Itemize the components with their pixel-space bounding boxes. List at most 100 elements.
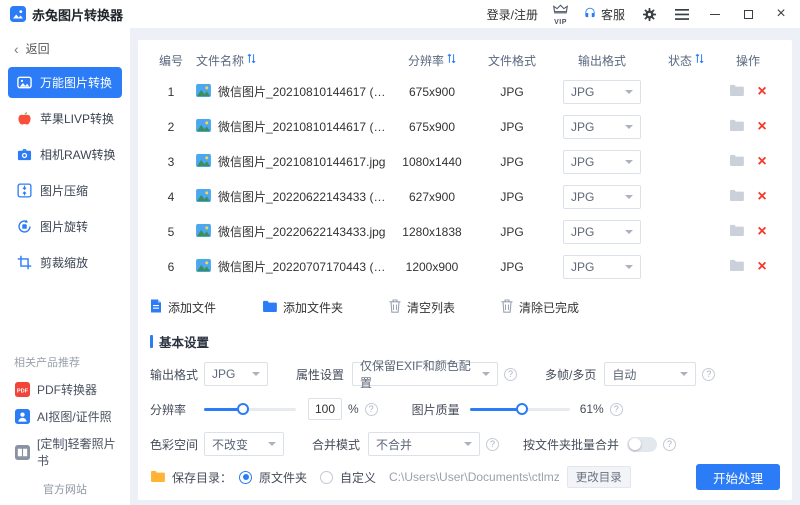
help-icon[interactable]: ? [504, 368, 517, 381]
quality-slider-handle[interactable] [516, 403, 528, 415]
menu-hamburger-icon[interactable] [673, 5, 691, 23]
output-format-select[interactable]: JPG [563, 150, 641, 174]
add-folder-button[interactable]: 添加文件夹 [262, 299, 343, 316]
colorspace-select[interactable]: 不改变 [204, 432, 284, 456]
login-register-link[interactable]: 登录/注册 [487, 6, 538, 23]
sidebar-item-label: 图片旋转 [40, 218, 88, 235]
open-folder-icon[interactable] [729, 119, 744, 134]
save-path: C:\Users\User\Documents\ctlmz [389, 470, 560, 484]
radio-original-folder-label[interactable]: 原文件夹 [259, 469, 307, 486]
official-site-link[interactable]: 官方网站 [0, 474, 130, 499]
output-format-select[interactable]: JPG [563, 185, 641, 209]
delete-file-icon[interactable]: × [757, 119, 766, 135]
header-status[interactable]: 状态 [656, 52, 716, 69]
headset-icon [583, 6, 597, 23]
output-format-setting-select[interactable]: JPG [204, 362, 268, 386]
sidebar-item-livp-convert[interactable]: 苹果LIVP转换 [8, 103, 122, 134]
image-thumbnail-icon [196, 259, 211, 275]
help-icon[interactable]: ? [663, 438, 676, 451]
row-number: 3 [150, 155, 192, 169]
quality-slider[interactable] [470, 408, 570, 411]
sort-icon[interactable] [247, 53, 256, 67]
multipage-select[interactable]: 自动 [604, 362, 696, 386]
delete-file-icon[interactable]: × [757, 224, 766, 240]
maximize-button[interactable] [739, 5, 757, 23]
merge-mode-select[interactable]: 不合并 [368, 432, 480, 456]
delete-file-icon[interactable]: × [757, 189, 766, 205]
chevron-left-icon: ‹ [14, 42, 19, 56]
settings-row-3: 色彩空间 不改变 合并模式 不合并 ? 按文件夹批量合并 ? [150, 432, 780, 456]
resolution-value-input[interactable]: 100 [308, 398, 342, 420]
delete-file-icon[interactable]: × [757, 154, 766, 170]
resolution-slider[interactable] [204, 408, 296, 411]
footer-bar: 保存目录： 原文件夹 自定义 C:\Users\User\Documents\c… [150, 464, 780, 490]
output-format-setting-value: JPG [212, 367, 235, 381]
file-name-cell: 微信图片_20210810144617.jpg [192, 153, 388, 170]
row-number: 2 [150, 120, 192, 134]
help-icon[interactable]: ? [610, 403, 623, 416]
radio-custom-folder[interactable] [320, 471, 333, 484]
resolution-slider-handle[interactable] [237, 403, 249, 415]
delete-file-icon[interactable]: × [757, 84, 766, 100]
recommend-title: 相关产品推荐 [0, 348, 130, 376]
clear-completed-button[interactable]: 清除已完成 [501, 299, 579, 316]
minimize-button[interactable] [706, 5, 724, 23]
header-file-name[interactable]: 文件名称 [192, 52, 388, 69]
multipage-value: 自动 [612, 366, 636, 383]
output-format-value: JPG [571, 190, 594, 204]
rotate-icon [16, 219, 32, 234]
help-icon[interactable]: ? [365, 403, 378, 416]
product-pdf-converter[interactable]: PDF PDF转换器 [0, 376, 130, 403]
vip-button[interactable]: VIP [553, 2, 568, 26]
output-format-select[interactable]: JPG [563, 115, 641, 139]
settings-gear-icon[interactable] [640, 5, 658, 23]
output-format-select[interactable]: JPG [563, 220, 641, 244]
save-folder-icon [150, 470, 165, 485]
batch-merge-toggle[interactable] [627, 437, 657, 452]
product-ai-matting[interactable]: AI抠图/证件照 [0, 403, 130, 430]
open-folder-icon[interactable] [729, 259, 744, 274]
sort-icon[interactable] [695, 53, 704, 67]
change-directory-button[interactable]: 更改目录 [567, 466, 631, 488]
sidebar-item-crop[interactable]: 剪裁缩放 [8, 247, 122, 278]
format-cell: JPG [476, 190, 548, 204]
sidebar-item-label: 图片压缩 [40, 182, 88, 199]
support-button[interactable]: 客服 [583, 6, 625, 23]
header-resolution[interactable]: 分辨率 [388, 52, 476, 69]
sort-icon[interactable] [447, 53, 456, 67]
sidebar-item-rotate[interactable]: 图片旋转 [8, 211, 122, 242]
delete-file-icon[interactable]: × [757, 259, 766, 275]
product-photo-book[interactable]: [定制]轻奢照片书 [0, 430, 130, 474]
start-processing-button[interactable]: 开始处理 [696, 464, 780, 490]
file-name-cell: 微信图片_20220622143433.jpg [192, 223, 388, 240]
sidebar-item-compress[interactable]: 图片压缩 [8, 175, 122, 206]
row-number: 4 [150, 190, 192, 204]
output-format-select[interactable]: JPG [563, 80, 641, 104]
back-button[interactable]: ‹ 返回 [0, 32, 130, 65]
close-button[interactable]: × [772, 5, 790, 23]
output-format-select[interactable]: JPG [563, 255, 641, 279]
output-format-value: JPG [571, 85, 594, 99]
help-icon[interactable]: ? [702, 368, 715, 381]
format-cell: JPG [476, 225, 548, 239]
clear-list-button[interactable]: 清空列表 [389, 299, 455, 316]
sidebar-item-universal-convert[interactable]: 万能图片转换 [8, 67, 122, 98]
help-icon[interactable]: ? [486, 438, 499, 451]
app-body: ‹ 返回 万能图片转换 苹果LIVP转换 相机RAW转换 图片 [0, 28, 800, 505]
settings-row-1: 输出格式 JPG 属性设置 仅保留EXIF和颜色配置 ? 多帧/多页 自动 ? [150, 362, 780, 386]
output-format-value: JPG [571, 225, 594, 239]
add-file-button[interactable]: 添加文件 [150, 299, 216, 316]
open-folder-icon[interactable] [729, 84, 744, 99]
open-folder-icon[interactable] [729, 189, 744, 204]
open-folder-icon[interactable] [729, 224, 744, 239]
open-folder-icon[interactable] [729, 154, 744, 169]
chevron-down-icon [252, 372, 260, 376]
merge-mode-label: 合并模式 [312, 436, 360, 453]
radio-original-folder[interactable] [239, 471, 252, 484]
sidebar-item-label: 剪裁缩放 [40, 254, 88, 271]
resolution-unit: % [348, 402, 359, 416]
radio-custom-folder-label[interactable]: 自定义 [340, 469, 376, 486]
sidebar-item-raw-convert[interactable]: 相机RAW转换 [8, 139, 122, 170]
list-actions: 添加文件 添加文件夹 清空列表 清除已完成 [150, 296, 780, 318]
properties-select[interactable]: 仅保留EXIF和颜色配置 [352, 362, 498, 386]
